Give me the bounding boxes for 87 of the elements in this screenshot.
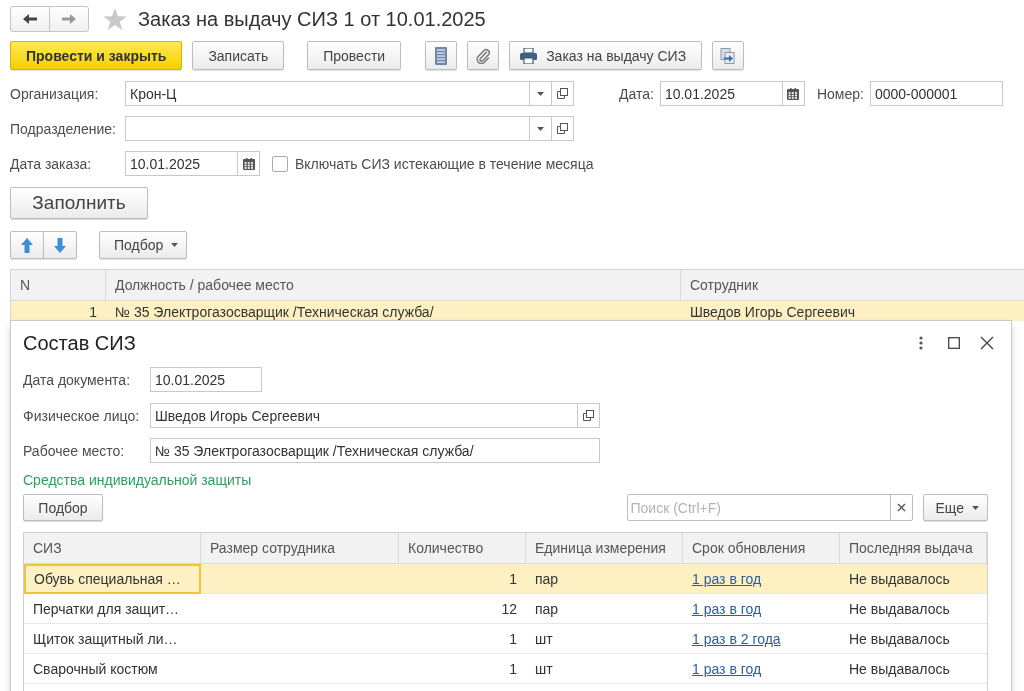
field-label: Номер:: [816, 85, 864, 102]
more-button[interactable]: [919, 336, 923, 350]
open-button[interactable]: [551, 116, 574, 141]
dialog-title: Состав СИЗ: [23, 331, 136, 355]
table-cell: Шведов Игорь Сергеевич: [681, 301, 1024, 321]
field-label: Дата документа:: [23, 371, 132, 388]
table-cell: 1: [11, 301, 106, 321]
attachment-button[interactable]: [467, 41, 500, 70]
calendar-button[interactable]: [781, 81, 805, 106]
more-icon: [919, 336, 923, 350]
document-lines-icon: [435, 46, 448, 65]
column-header: СИЗ: [24, 533, 201, 564]
save-button[interactable]: Записать: [192, 41, 285, 70]
table-cell: 1: [399, 564, 526, 594]
column-header: Единица измерения: [526, 533, 683, 564]
section-title: Средства индивидуальной защиты: [23, 472, 253, 488]
post-button[interactable]: Провести: [307, 41, 402, 70]
period-link[interactable]: 1 раз в 2 года: [692, 630, 781, 647]
open-button[interactable]: [577, 403, 600, 428]
field-label: Организация:: [10, 85, 100, 102]
left-arrow-icon: [23, 14, 37, 24]
down-arrow-icon: [54, 237, 66, 253]
field-label: Рабочее место:: [23, 442, 126, 459]
pick-button[interactable]: Подбор: [23, 494, 103, 521]
period-link[interactable]: 1 раз в год: [692, 660, 762, 677]
column-header: N: [11, 270, 106, 301]
calendar-icon: [787, 87, 800, 100]
dropdown-button[interactable]: [529, 81, 552, 106]
star-icon[interactable]: [103, 7, 127, 31]
paperclip-icon: [476, 47, 491, 64]
open-button[interactable]: [551, 81, 574, 106]
table-cell: пар: [526, 564, 683, 594]
date-field[interactable]: 10.01.2025: [659, 81, 783, 106]
overlapping-squares-icon: [583, 410, 594, 421]
column-header: Количество: [399, 533, 526, 564]
up-arrow-icon: [21, 237, 33, 253]
document-lines-button[interactable]: [425, 41, 458, 70]
maximize-button[interactable]: [948, 337, 960, 349]
right-arrow-icon: [62, 14, 76, 24]
move-down-button[interactable]: [43, 231, 77, 259]
date-field[interactable]: 10.01.2025: [125, 151, 238, 176]
dropdown-button[interactable]: [529, 116, 552, 141]
maximize-icon: [948, 337, 960, 349]
print-button[interactable]: Заказ на выдачу СИЗ: [509, 41, 703, 70]
column-header: Размер сотрудника: [201, 533, 399, 564]
caret-icon: [537, 91, 544, 96]
column-header: Последняя выдача: [840, 533, 987, 564]
close-button[interactable]: [980, 336, 994, 350]
column-header: Срок обновления: [683, 533, 840, 564]
post-and-close-button[interactable]: Провести и закрыть: [10, 41, 183, 70]
printer-icon: [520, 47, 538, 64]
caret-icon: [537, 126, 544, 131]
clear-icon: [896, 503, 906, 512]
number-field[interactable]: 0000-000001: [869, 81, 1003, 106]
workplace-field[interactable]: № 35 Электрогазосварщик /Техническая служба/: [150, 438, 600, 463]
date-field[interactable]: 10.01.2025: [150, 367, 262, 392]
document-arrow-button[interactable]: [712, 41, 745, 70]
table-cell: Обувь специальная …: [24, 564, 201, 594]
close-icon: [980, 336, 994, 350]
department-field[interactable]: [125, 116, 530, 141]
calendar-icon: [242, 157, 255, 170]
move-up-button[interactable]: [10, 231, 44, 259]
person-field[interactable]: Шведов Игорь Сергеевич: [150, 403, 578, 428]
calendar-button[interactable]: [237, 151, 260, 176]
column-header: Должность / рабочее место: [106, 270, 681, 301]
field-label: Подразделение:: [10, 120, 117, 137]
back-button[interactable]: [10, 6, 50, 32]
fill-button[interactable]: Заполнить: [10, 187, 148, 219]
field-label: Физическое лицо:: [23, 407, 141, 424]
caret-icon: [972, 505, 979, 510]
overlapping-squares-icon: [557, 88, 568, 99]
pick-button[interactable]: Подбор: [99, 231, 188, 259]
checkbox[interactable]: [272, 155, 288, 172]
table-cell: Не выдавалось: [840, 564, 987, 594]
clear-button[interactable]: [889, 494, 913, 521]
caret-icon: [171, 243, 179, 247]
document-arrow-icon: [720, 47, 737, 64]
period-link[interactable]: 1 раз в год: [692, 600, 762, 617]
window-title: Заказ на выдачу СИЗ 1 от 10.01.2025: [138, 7, 486, 31]
overlapping-squares-icon: [557, 123, 568, 134]
organization-field[interactable]: Крон-Ц: [125, 81, 530, 106]
field-label: Дата:: [619, 85, 654, 102]
more-actions-button[interactable]: Еще: [922, 494, 988, 521]
field-label: Дата заказа:: [10, 155, 93, 172]
checkbox-label: Включать СИЗ истекающие в течение месяца: [295, 155, 594, 172]
column-header: Сотрудник: [681, 270, 1024, 301]
table-cell: № 35 Электрогазосварщик /Техническая служба/: [106, 301, 681, 321]
